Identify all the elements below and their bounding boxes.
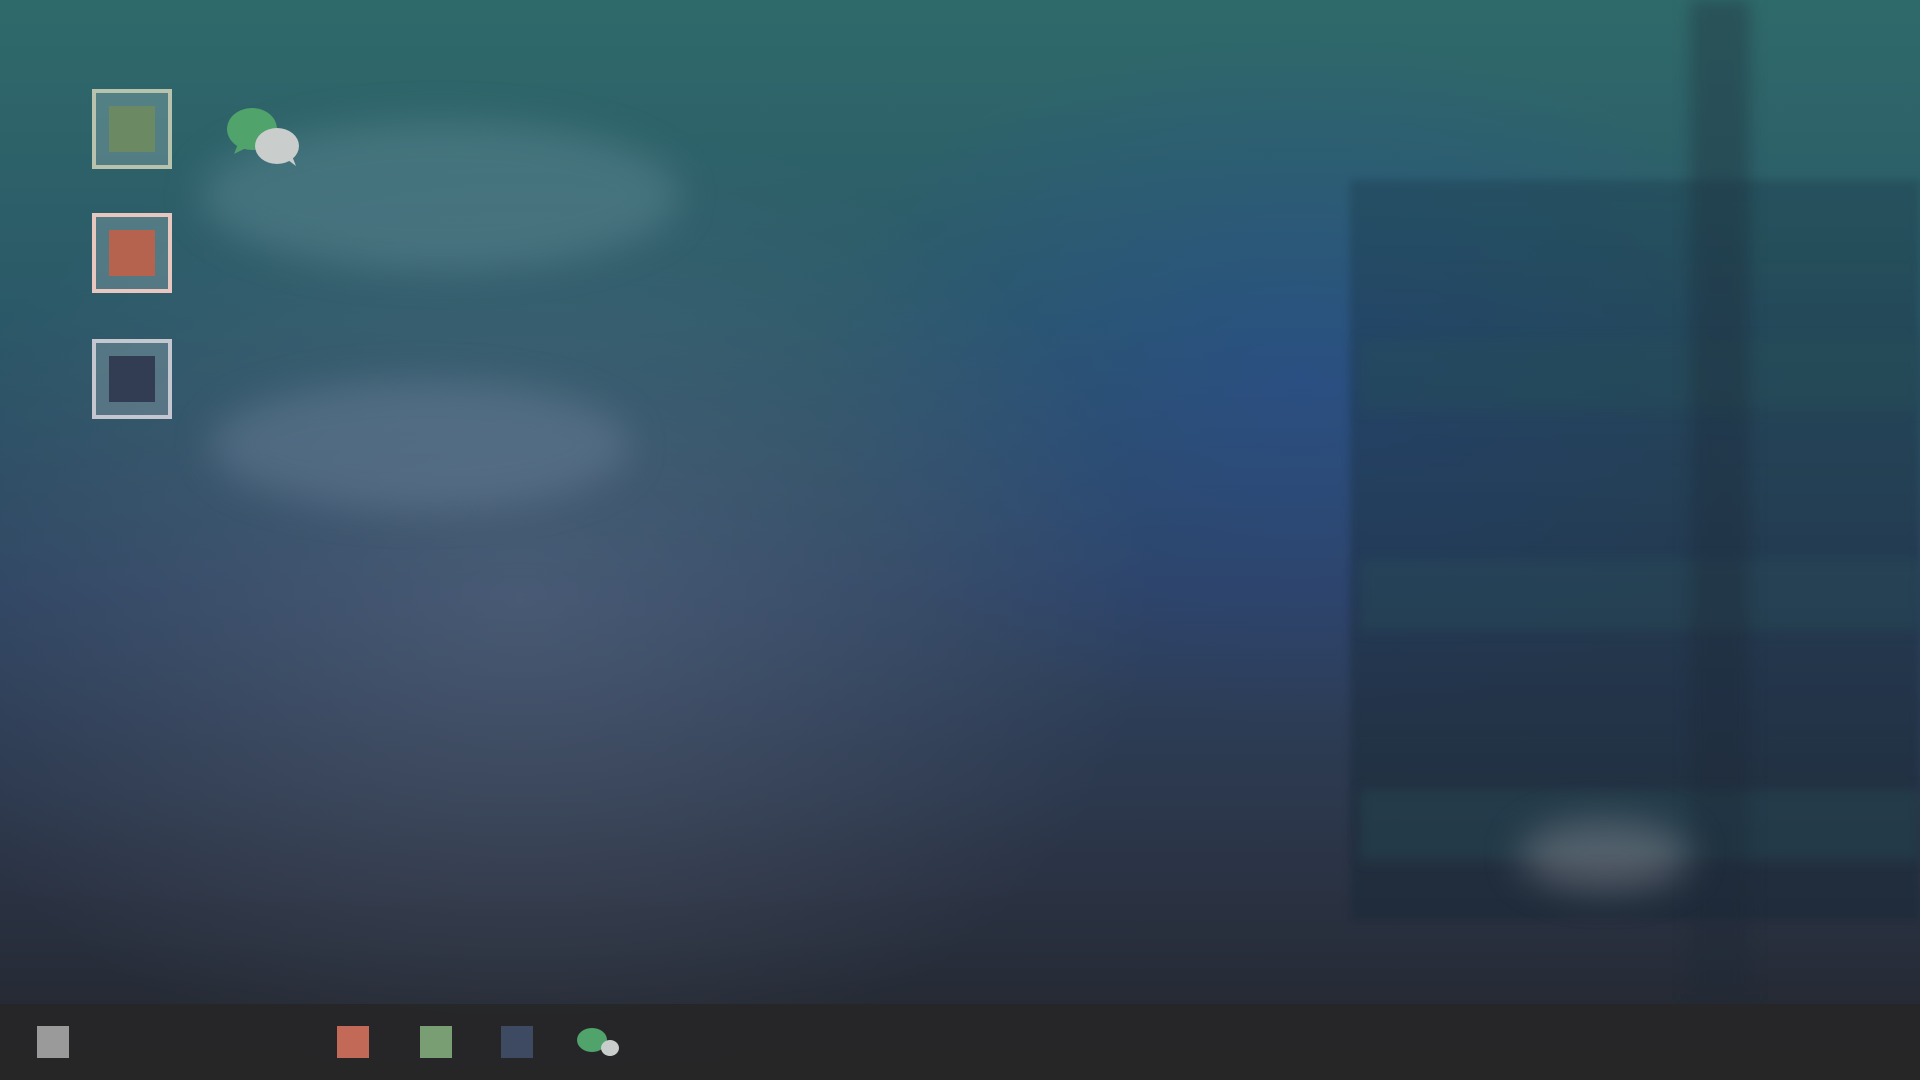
desktop-background[interactable] [0,0,1920,1080]
background-stripe [1360,340,1920,410]
taskbar-chat-app[interactable] [576,1028,622,1060]
background-stripe [1360,790,1920,860]
background-pillar [1690,0,1750,1000]
taskbar-green-square-app[interactable] [420,1026,452,1058]
background-blur [210,380,630,510]
red-square-icon [109,230,155,276]
desktop-icon-navy-square-app[interactable] [92,339,172,419]
green-square-icon [109,106,155,152]
taskbar-red-square-app[interactable] [337,1026,369,1058]
taskbar-navy-square-app[interactable] [501,1026,533,1058]
desktop-icon-chat-app[interactable] [226,106,302,168]
start-button[interactable] [37,1026,69,1058]
chat-bubbles-icon [227,108,299,166]
desktop-icon-green-square-app[interactable] [92,89,172,169]
background-stripe [1360,560,1920,630]
chat-bubbles-icon [577,1028,619,1056]
navy-square-icon [109,356,155,402]
desktop-icon-red-square-app[interactable] [92,213,172,293]
taskbar [0,1004,1920,1080]
